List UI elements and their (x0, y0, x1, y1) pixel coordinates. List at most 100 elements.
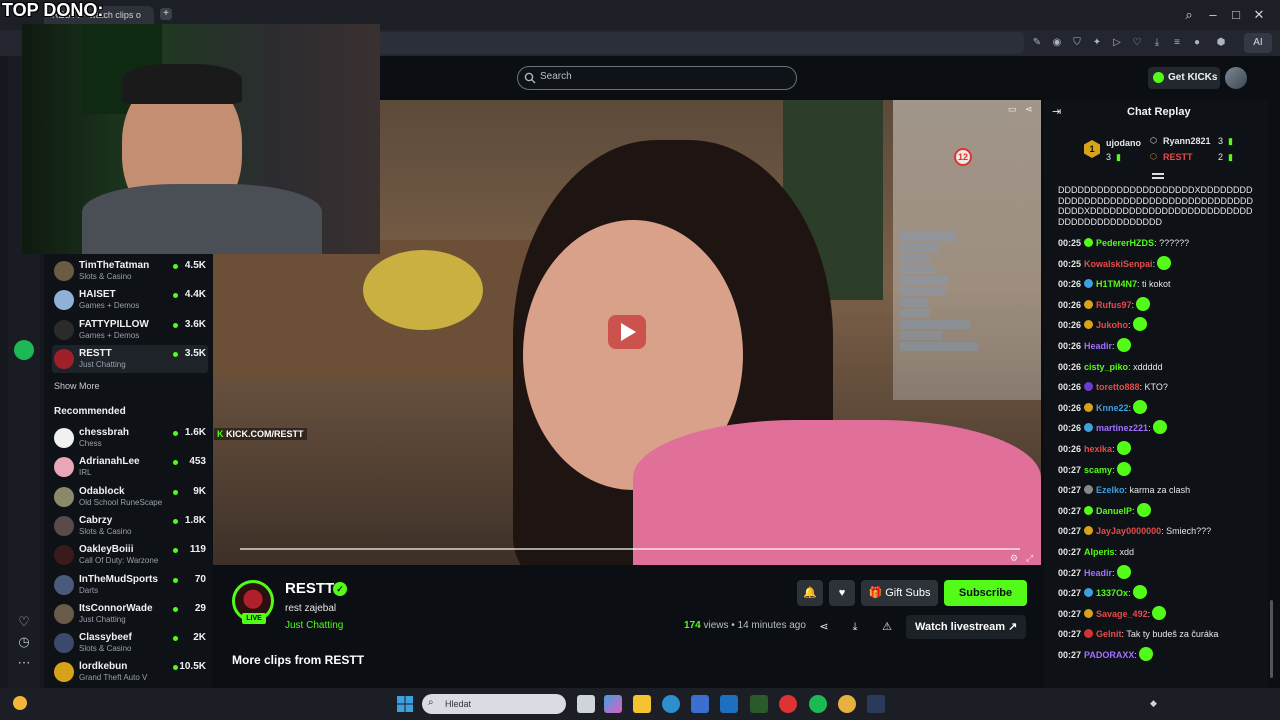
watch-livestream-button[interactable]: Watch livestream ↗ (906, 615, 1026, 639)
gift-icon: 🎁 (868, 587, 886, 599)
sidebar-channel-item[interactable]: InTheMudSports Darts 70 (52, 571, 208, 599)
show-more-link[interactable]: Show More (54, 381, 100, 391)
app-b-icon[interactable] (750, 695, 768, 713)
more-icon[interactable]: ⋯ (16, 655, 32, 671)
chat-username[interactable]: Rufus97 (1096, 300, 1132, 310)
chat-username[interactable]: Alperis (1084, 547, 1115, 557)
chat-username[interactable]: KowalskiSenpai (1084, 259, 1153, 269)
pip-icon[interactable]: ▭ (1008, 104, 1018, 114)
chat-username[interactable]: Knne22 (1096, 403, 1129, 413)
windows-start-icon[interactable] (397, 696, 413, 712)
chat-username[interactable]: 1337Ox (1096, 588, 1128, 598)
video-fruit (363, 250, 483, 330)
subscribe-button[interactable]: Subscribe (944, 580, 1027, 606)
new-tab-button[interactable]: + (160, 8, 172, 20)
edit-icon[interactable]: ✎ (1030, 36, 1044, 50)
taskbar-search[interactable] (422, 694, 566, 714)
collapse-chat-icon[interactable]: ⇥ (1052, 107, 1064, 118)
sidebar-channel-item[interactable]: Odablock Old School RuneScape 9K (52, 483, 208, 511)
history-icon[interactable]: ◷ (16, 634, 32, 650)
sidebar-channel-item[interactable]: AdrianahLee IRL 453 (52, 453, 208, 481)
taskbar-search-icon: ⌕ (428, 697, 434, 708)
chat-username[interactable]: DanuelP (1096, 506, 1132, 516)
chat-username[interactable]: PADORAXX (1084, 650, 1134, 660)
shield-icon[interactable]: ⛉ (1070, 36, 1084, 50)
chat-username[interactable]: H1TM4N7 (1096, 279, 1137, 289)
user-avatar[interactable] (1225, 67, 1247, 89)
sidebar-channel-item[interactable]: HAISET Games + Demos 4.4K (52, 286, 208, 314)
opera-icon[interactable] (779, 695, 797, 713)
chat-username[interactable]: martinez221 (1096, 423, 1148, 433)
profile-icon[interactable]: ● (1190, 36, 1204, 50)
settings-icon[interactable]: ⚙ (1010, 553, 1020, 563)
task-view-icon[interactable] (577, 695, 595, 713)
chat-username[interactable]: toretto888 (1096, 382, 1140, 392)
cube-icon[interactable]: ⬢ (1214, 36, 1228, 50)
edge-icon[interactable] (662, 695, 680, 713)
close-icon[interactable]: ✕ (1252, 8, 1266, 22)
fcs-icon[interactable] (867, 695, 885, 713)
sidebar-channel-item[interactable]: ItsConnorWade Just Chatting 29 (52, 600, 208, 628)
heart-rail-icon[interactable]: ♡ (16, 614, 32, 630)
share-icon[interactable]: ⋖ (1025, 104, 1035, 114)
sidebar-channel-item[interactable]: chessbrah Chess 1.6K (52, 424, 208, 452)
chat-username[interactable]: Headir (1084, 341, 1112, 351)
chat-scrollbar-thumb[interactable] (1270, 600, 1273, 678)
channel-category: Call Of Duty: Warzone (79, 556, 159, 566)
chat-username[interactable]: Gelnit (1096, 629, 1122, 639)
notification-bell-button[interactable]: 🔔 (797, 580, 823, 606)
chat-timestamp: 00:26 (1058, 320, 1082, 331)
search-input[interactable]: Search (540, 71, 572, 82)
sidebar-channel-item[interactable]: RESTT Just Chatting 3.5K (52, 344, 208, 373)
download-clip-icon[interactable]: ⤓ (848, 620, 862, 634)
sidebar-channel-item[interactable]: lordkebun Grand Theft Auto V 10.5K (52, 658, 208, 686)
file-explorer-icon[interactable] (633, 695, 651, 713)
kick-logo: K (217, 429, 224, 439)
discord-like-icon[interactable] (838, 695, 856, 713)
chat-text: : (1132, 505, 1135, 516)
report-icon[interactable]: ⚠ (880, 620, 894, 634)
menu-icon[interactable]: ≡ (1170, 36, 1184, 50)
play-history-icon[interactable]: ▷ (1110, 36, 1124, 50)
camera-icon[interactable]: ◉ (1050, 36, 1064, 50)
chat-username[interactable]: hexika (1084, 444, 1112, 454)
extension-icon[interactable]: ✦ (1090, 36, 1104, 50)
sidebar-channel-item[interactable]: FATTYPILLOW Games + Demos 3.6K (52, 316, 208, 344)
sidebar-channel-item[interactable]: Classybeef Slots & Casino 2K (52, 629, 208, 657)
chat-username[interactable]: cisty_piko (1084, 362, 1128, 372)
spotify-taskbar-icon[interactable] (809, 695, 827, 713)
outlook-icon[interactable] (720, 695, 738, 713)
video-progress-bar[interactable] (240, 548, 1020, 550)
maximize-icon[interactable]: □ (1229, 8, 1243, 22)
store-icon[interactable] (691, 695, 709, 713)
chat-username[interactable]: JayJay0000000 (1096, 526, 1161, 536)
browser-search-icon[interactable]: ⌕ (1182, 8, 1196, 22)
video-number-badge: 12 (954, 148, 972, 166)
sidebar-channel-item[interactable]: TimTheTatman Slots & Casino 4.5K (52, 257, 208, 285)
network-icon[interactable]: ◆ (1150, 698, 1160, 708)
sidebar-channel-item[interactable]: Cabrzy Slots & Casino 1.8K (52, 512, 208, 540)
category-link[interactable]: Just Chatting (285, 620, 343, 631)
copilot-icon[interactable] (604, 695, 622, 713)
ai-button[interactable]: AI (1244, 33, 1272, 53)
download-icon[interactable]: ⤓ (1150, 36, 1164, 50)
heart-icon[interactable]: ♡ (1130, 36, 1144, 50)
chat-username[interactable]: Headir (1084, 568, 1112, 578)
taskbar-search-input[interactable]: Hledat (445, 699, 471, 709)
follow-heart-button[interactable]: ♥ (829, 580, 855, 606)
chat-message: 00:27 Savage_492: (1058, 604, 1258, 625)
chat-username[interactable]: Savage_492 (1096, 609, 1148, 619)
emote-icon (1116, 440, 1131, 455)
chat-username[interactable]: scamy (1084, 465, 1112, 475)
chat-username[interactable]: Jukoho (1096, 320, 1128, 330)
share-clip-icon[interactable]: ⋖ (817, 620, 831, 634)
gift-subs-button[interactable]: 🎁 Gift Subs (861, 580, 938, 606)
minimize-icon[interactable]: – (1206, 8, 1220, 22)
streamer-name[interactable]: RESTT (285, 580, 334, 597)
spotify-icon[interactable] (14, 340, 34, 360)
sidebar-channel-item[interactable]: OakleyBoiii Call Of Duty: Warzone 119 (52, 541, 208, 569)
chat-username[interactable]: Ezelko (1096, 485, 1125, 495)
weather-icon[interactable] (13, 696, 27, 710)
fullscreen-icon[interactable]: ⤢ (1026, 553, 1036, 563)
chat-username[interactable]: PedererHZDS (1096, 238, 1154, 248)
